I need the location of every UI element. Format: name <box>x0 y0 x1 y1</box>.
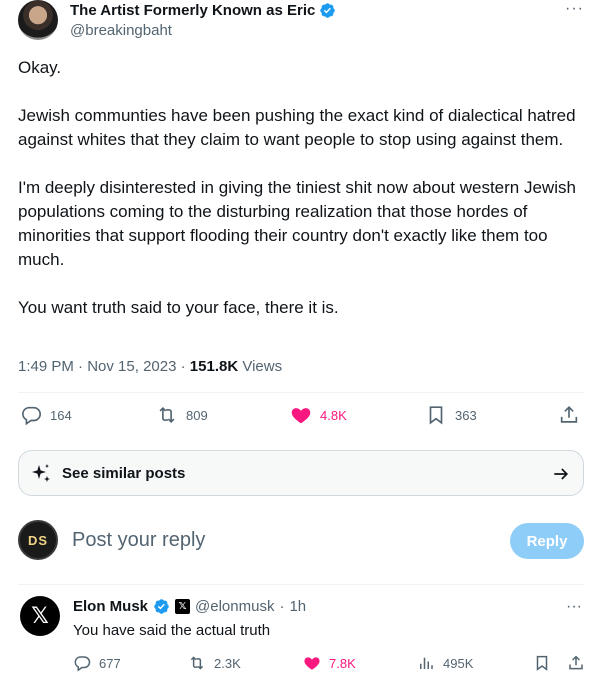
author-avatar[interactable] <box>18 0 58 40</box>
arrow-right-icon <box>554 468 569 480</box>
tweet-body: Okay. Jewish communties have been pushin… <box>18 56 583 320</box>
views-label: Views <box>242 358 283 375</box>
like-count: 7.8K <box>329 655 356 671</box>
bookmark-icon <box>429 406 443 425</box>
tweet-paragraph: Jewish communties have been pushing the … <box>18 106 576 149</box>
author-name-row[interactable]: The Artist Formerly Known as Eric <box>70 2 336 19</box>
see-similar-posts-button[interactable]: See similar posts <box>18 450 584 496</box>
tweet-header: The Artist Formerly Known as Eric @break… <box>18 0 588 44</box>
sparkle-icon <box>32 464 50 482</box>
like-count: 4.8K <box>320 407 347 423</box>
share-action[interactable] <box>567 654 585 672</box>
heart-icon <box>291 408 311 424</box>
like-action[interactable]: 4.8K <box>290 404 347 426</box>
views-action[interactable]: 495K <box>417 654 473 672</box>
x-affiliation-icon: 𝕏 <box>175 599 191 614</box>
views-count: 151.8K <box>189 358 239 375</box>
more-options-icon[interactable]: ··· <box>565 0 584 18</box>
verified-badge-icon <box>154 599 169 614</box>
tweet-paragraph: I'm deeply disinterested in giving the t… <box>18 178 576 269</box>
reply-author-row: Elon Musk 𝕏 @elonmusk · 1h <box>73 598 306 615</box>
like-action[interactable]: 7.8K <box>303 654 356 672</box>
reply-text: You have said the actual truth <box>73 622 271 639</box>
reply-time[interactable]: 1h <box>289 598 306 615</box>
author-handle[interactable]: @breakingbaht <box>70 22 172 39</box>
bookmark-action[interactable]: 363 <box>425 404 477 426</box>
verified-badge-icon <box>320 3 336 18</box>
analytics-icon <box>420 657 433 669</box>
reply-icon <box>22 406 41 426</box>
reply-button[interactable]: Reply <box>510 523 584 559</box>
reply-author-name[interactable]: Elon Musk <box>73 598 148 615</box>
bookmark-action[interactable] <box>533 654 551 672</box>
heart-icon <box>304 657 320 670</box>
repost-icon <box>190 656 204 670</box>
reply-input[interactable]: Post your reply <box>72 529 205 552</box>
repost-count: 2.3K <box>214 655 241 671</box>
reply-count: 677 <box>99 655 121 671</box>
meta-separator: · <box>78 358 88 375</box>
tweet-meta: 1:49 PM · Nov 15, 2023 · 151.8K Views <box>18 358 282 375</box>
reply-action[interactable]: 677 <box>73 654 121 672</box>
reply-actions: 677 2.3K 7.8K 495K <box>73 654 584 674</box>
tweet-paragraph: Okay. <box>18 58 62 77</box>
current-user-avatar[interactable]: DS <box>18 520 58 560</box>
repost-action[interactable]: 809 <box>156 404 208 426</box>
reply-count: 164 <box>50 407 72 423</box>
meta-separator: · <box>180 358 190 375</box>
tweet-actions: 164 809 4.8K 363 <box>18 404 584 434</box>
reply-action[interactable]: 164 <box>20 404 72 426</box>
tweet-date[interactable]: Nov 15, 2023 <box>87 358 176 375</box>
views-count: 495K <box>443 655 474 671</box>
share-icon <box>569 655 583 670</box>
reply-icon <box>74 656 91 672</box>
bookmark-icon <box>536 655 548 671</box>
see-similar-posts-label: See similar posts <box>62 465 186 482</box>
reply-composer: DS Post your reply Reply <box>18 520 584 564</box>
tweet-paragraph: You want truth said to your face, there … <box>18 298 339 317</box>
divider <box>18 584 584 585</box>
tweet-time[interactable]: 1:49 PM <box>18 358 74 375</box>
author-name[interactable]: The Artist Formerly Known as Eric <box>70 2 315 19</box>
divider <box>18 392 584 393</box>
share-icon <box>560 406 578 423</box>
more-options-icon[interactable]: ··· <box>566 598 582 616</box>
bookmark-count: 363 <box>455 407 477 423</box>
repost-action[interactable]: 2.3K <box>188 654 241 672</box>
repost-count: 809 <box>186 407 208 423</box>
meta-separator: · <box>279 598 285 615</box>
share-action[interactable] <box>558 404 580 426</box>
x-logo-avatar[interactable]: 𝕏 <box>20 596 60 636</box>
reply-author-handle[interactable]: @elonmusk <box>195 598 274 615</box>
repost-icon <box>159 406 175 424</box>
reply-tweet[interactable]: 𝕏 Elon Musk 𝕏 @elonmusk · 1h ··· You hav… <box>18 594 584 698</box>
